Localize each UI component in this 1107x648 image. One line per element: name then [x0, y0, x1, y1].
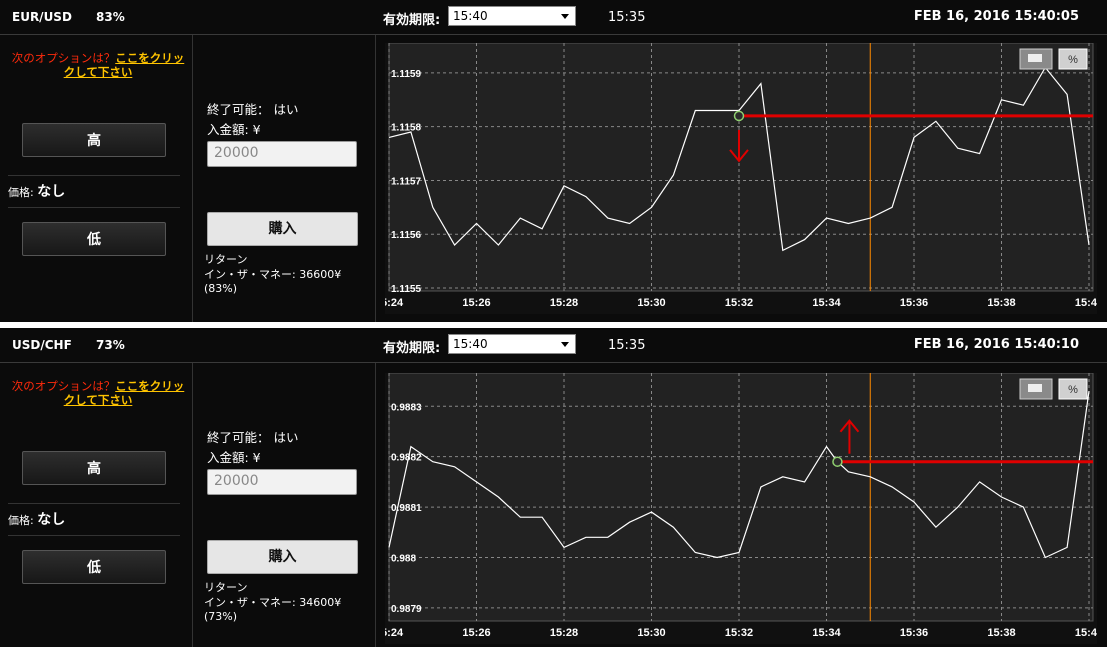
x-tick-label: 15:36 — [900, 297, 928, 309]
y-tick-label: 0.9881 — [391, 503, 422, 514]
price-row: 価格: なし — [8, 509, 65, 529]
payout-percent: 83% — [96, 10, 125, 24]
x-tick-label: 15:28 — [550, 297, 578, 309]
amount-label: 入金額: ¥ — [207, 122, 261, 137]
percent-icon[interactable]: % — [1058, 378, 1088, 400]
chart-svg: 15:24 15:26 15:28 15:30 15:32 15:34 15:36 15:38… — [375, 42, 1103, 314]
x-tick-label: 15:30 — [637, 297, 665, 309]
buy-button[interactable]: 購入 — [207, 540, 358, 574]
chart-toggle-icon[interactable] — [1019, 48, 1053, 70]
closable-label: 終了可能： はい — [207, 102, 299, 117]
chart-svg: 15:24 15:26 15:28 15:30 15:32 15:34 15:36 15:38… — [375, 372, 1103, 644]
price-row: 価格: なし — [8, 181, 65, 201]
percent-icon[interactable]: % — [1058, 48, 1088, 70]
x-tick-label: 15:28 — [550, 627, 578, 639]
x-tick-label: 15:36 — [900, 627, 928, 639]
x-tick-label: 15:24 — [385, 297, 404, 309]
entry-point-marker — [733, 110, 745, 122]
price-label: 価格: — [8, 186, 34, 199]
price-label: 価格: — [8, 514, 34, 527]
dropdown-arrow-icon — [561, 342, 569, 347]
order-column: 終了可能： はい 入金額: ¥ 20000 購入 リターン イン・ザ・マネー: … — [193, 35, 376, 322]
y-tick-label: 0.9883 — [391, 402, 422, 413]
in-the-money-text: イン・ザ・マネー: 34600¥ (73%) — [204, 596, 342, 623]
panel-header: USD/CHF 73% 有効期限: 15:40 15:35 FEB 16, 20… — [0, 328, 1107, 363]
x-tick-label: 15:38 — [987, 297, 1015, 309]
x-tick-label: 15:32 — [725, 297, 753, 309]
y-tick-label: 0.9879 — [391, 604, 422, 615]
x-tick-label: 15:24 — [385, 627, 404, 639]
plot-area — [388, 42, 1094, 292]
divider — [8, 175, 180, 176]
expiry-select[interactable]: 15:40 — [448, 6, 576, 26]
x-tick-label: 15:34 — [812, 297, 841, 309]
divider — [8, 207, 180, 208]
high-button[interactable]: 高 — [22, 123, 166, 157]
currency-pair: EUR/USD — [12, 10, 72, 24]
expiry-label: 有効期限: — [383, 341, 441, 356]
y-tick-label: 0.9882 — [391, 453, 422, 464]
high-button[interactable]: 高 — [22, 451, 166, 485]
price-value: なし — [37, 512, 66, 528]
divider — [8, 535, 180, 536]
option-panel-usdchf: USD/CHF 73% 有効期限: 15:40 15:35 FEB 16, 20… — [0, 328, 1107, 647]
divider — [8, 503, 180, 504]
current-datetime: FEB 16, 2016 15:40:05 — [913, 9, 1079, 24]
trade-direction-column: 次のオプションは？ここをクリックして下さい 高 価格: なし 低 — [0, 35, 193, 322]
order-column: 終了可能： はい 入金額: ¥ 20000 購入 リターン イン・ザ・マネー: … — [193, 363, 376, 647]
close-time: 15:35 — [608, 10, 646, 25]
y-tick-label: 1.1158 — [391, 123, 421, 134]
y-tick-label: 0.988 — [391, 554, 416, 565]
percent-glyph: % — [1068, 384, 1078, 396]
x-tick-label: 15:34 — [812, 627, 841, 639]
expiry-label: 有効期限: — [383, 13, 441, 28]
buy-button[interactable]: 購入 — [207, 212, 358, 246]
next-option-prefix: 次のオプションは？ — [11, 379, 116, 393]
amount-label: 入金額: ¥ — [207, 450, 261, 465]
payout-percent: 73% — [96, 338, 125, 352]
x-tick-label: 15:40 — [1075, 627, 1097, 639]
return-label: リターン — [204, 581, 248, 594]
y-tick-label: 1.1159 — [391, 69, 421, 80]
panel-header: EUR/USD 83% 有効期限: 15:40 15:35 FEB 16, 20… — [0, 0, 1107, 35]
return-label: リターン — [204, 253, 248, 266]
current-datetime: FEB 16, 2016 15:40:10 — [913, 337, 1079, 352]
expiry-value: 15:40 — [453, 9, 488, 23]
in-the-money-text: イン・ザ・マネー: 36600¥ (83%) — [204, 268, 342, 295]
next-option-prompt: 次のオプションは？ここをクリックして下さい — [8, 379, 188, 407]
low-button[interactable]: 低 — [22, 222, 166, 256]
percent-glyph: % — [1068, 54, 1078, 66]
y-tick-label: 1.1156 — [391, 230, 421, 241]
x-tick-label: 15:26 — [462, 627, 490, 639]
expiry-select[interactable]: 15:40 — [448, 334, 576, 354]
plot-area — [388, 372, 1094, 622]
closable-label: 終了可能： はい — [207, 430, 299, 445]
price-value: なし — [37, 184, 66, 200]
y-tick-label: 1.1155 — [391, 284, 421, 295]
price-chart: 15:24 15:26 15:28 15:30 15:32 15:34 15:36 15:38… — [375, 42, 1103, 314]
expiry-value: 15:40 — [453, 337, 488, 351]
currency-pair: USD/CHF — [12, 338, 72, 352]
price-chart: 15:24 15:26 15:28 15:30 15:32 15:34 15:36 15:38… — [375, 372, 1103, 644]
dropdown-arrow-icon — [561, 14, 569, 19]
amount-input[interactable]: 20000 — [207, 469, 357, 495]
trade-direction-column: 次のオプションは？ここをクリックして下さい 高 価格: なし 低 — [0, 363, 193, 647]
chart-toggle-icon[interactable] — [1019, 378, 1053, 400]
x-tick-label: 15:40 — [1075, 297, 1097, 309]
low-button[interactable]: 低 — [22, 550, 166, 584]
amount-input[interactable]: 20000 — [207, 141, 357, 167]
x-tick-label: 15:32 — [725, 627, 753, 639]
chart-toggle-glyph — [1028, 54, 1042, 62]
chart-toggle-glyph — [1028, 384, 1042, 392]
option-panel-eurusd: EUR/USD 83% 有効期限: 15:40 15:35 FEB 16, 20… — [0, 0, 1107, 322]
x-tick-label: 15:30 — [637, 627, 665, 639]
next-option-prompt: 次のオプションは？ここをクリックして下さい — [8, 51, 188, 79]
x-tick-label: 15:26 — [462, 297, 490, 309]
x-tick-label: 15:38 — [987, 627, 1015, 639]
close-time: 15:35 — [608, 338, 646, 353]
next-option-prefix: 次のオプションは？ — [11, 51, 116, 65]
entry-point-marker — [832, 456, 843, 467]
y-tick-label: 1.1157 — [391, 176, 421, 187]
